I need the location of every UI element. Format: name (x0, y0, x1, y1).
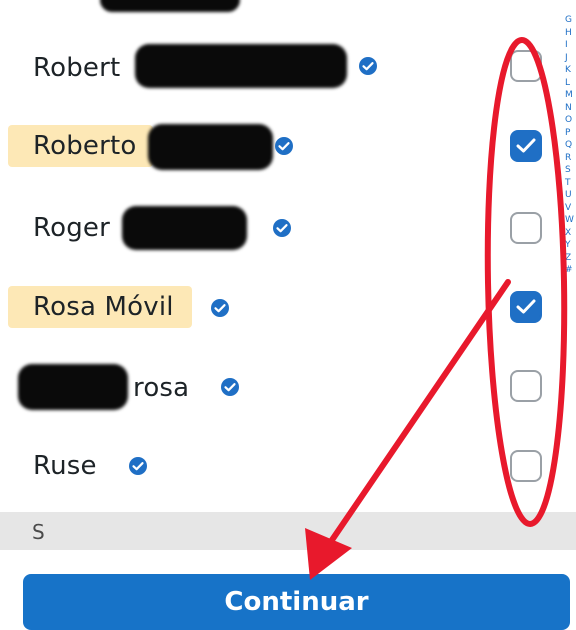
index-letter[interactable]: O (565, 114, 576, 127)
contact-name: Rosa Móvil (33, 292, 174, 322)
index-letter[interactable]: Z (565, 252, 576, 265)
index-letter[interactable]: J (565, 52, 576, 65)
index-letter[interactable]: G (565, 14, 576, 27)
alphabet-index[interactable]: G H I J K L M N O P Q R S T U V W X Y Z # (565, 14, 576, 277)
verified-check-icon (129, 457, 147, 475)
index-letter[interactable]: S (565, 164, 576, 177)
index-letter[interactable]: V (565, 202, 576, 215)
index-letter[interactable]: M (565, 89, 576, 102)
index-letter[interactable]: R (565, 152, 576, 165)
contact-name: Roger (33, 213, 110, 243)
index-letter[interactable]: Q (565, 139, 576, 152)
section-letter: S (32, 520, 45, 544)
redacted-first-name (18, 364, 128, 410)
continue-button[interactable]: Continuar (23, 574, 570, 630)
redacted-surname (148, 124, 273, 170)
select-checkbox-robert[interactable] (510, 50, 542, 82)
contact-name: Robert (33, 53, 121, 83)
select-checkbox-rosa[interactable] (510, 370, 542, 402)
redacted-name-top (100, 0, 240, 12)
contact-name: Ruse (33, 451, 97, 481)
index-letter[interactable]: X (565, 227, 576, 240)
select-checkbox-ruse[interactable] (510, 450, 542, 482)
select-checkbox-rosa-movil[interactable] (510, 291, 542, 323)
checkmark-icon (516, 138, 536, 153)
index-letter[interactable]: Y (565, 239, 576, 252)
verified-check-icon (275, 137, 293, 155)
index-letter[interactable]: H (565, 27, 576, 40)
verified-check-icon (359, 57, 377, 75)
index-letter[interactable]: N (565, 102, 576, 115)
select-checkbox-roberto[interactable] (510, 130, 542, 162)
redacted-surname (135, 44, 347, 88)
verified-check-icon (221, 378, 239, 396)
contact-name: Roberto (33, 131, 137, 161)
index-letter[interactable]: P (565, 127, 576, 140)
index-letter[interactable]: K (565, 64, 576, 77)
index-letter[interactable]: U (565, 189, 576, 202)
index-letter[interactable]: I (565, 39, 576, 52)
verified-check-icon (273, 219, 291, 237)
select-checkbox-roger[interactable] (510, 212, 542, 244)
redacted-surname (122, 206, 247, 250)
index-letter[interactable]: W (565, 214, 576, 227)
section-header: S (0, 512, 576, 550)
checkmark-icon (516, 299, 536, 314)
contact-row-ruse[interactable]: Ruse (0, 418, 542, 514)
contact-name: rosa (133, 373, 190, 403)
index-letter[interactable]: # (565, 264, 576, 277)
index-letter[interactable]: L (565, 77, 576, 90)
verified-check-icon (211, 299, 229, 317)
index-letter[interactable]: T (565, 177, 576, 190)
